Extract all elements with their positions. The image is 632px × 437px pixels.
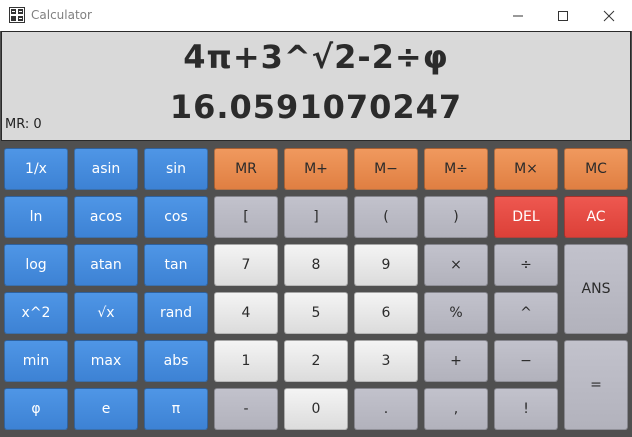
maximize-button[interactable] (540, 0, 586, 31)
minus-button[interactable]: − (494, 340, 558, 382)
calculator-display: 4π+3^√2-2÷φ 16.0591070247 MR: 0 (1, 31, 631, 141)
multiply-button[interactable]: × (424, 244, 488, 286)
digit-6-button[interactable]: 6 (354, 292, 418, 334)
asin-button[interactable]: asin (74, 148, 138, 190)
digit-8-button[interactable]: 8 (284, 244, 348, 286)
all-clear-button[interactable]: AC (564, 196, 628, 238)
tan-button[interactable]: tan (144, 244, 208, 286)
min-button[interactable]: min (4, 340, 68, 382)
equals-button[interactable]: = (564, 340, 628, 430)
memory-subtract-button[interactable]: M− (354, 148, 418, 190)
close-icon (603, 10, 615, 21)
comma-button[interactable]: , (424, 388, 488, 430)
left-bracket-button[interactable]: [ (214, 196, 278, 238)
random-button[interactable]: rand (144, 292, 208, 334)
expression-text: 4π+3^√2-2÷φ (183, 38, 449, 76)
title-bar: Calculator (0, 0, 632, 31)
cos-button[interactable]: cos (144, 196, 208, 238)
power-button[interactable]: ^ (494, 292, 558, 334)
sin-button[interactable]: sin (144, 148, 208, 190)
ln-button[interactable]: ln (4, 196, 68, 238)
percent-button[interactable]: % (424, 292, 488, 334)
memory-readout: MR: 0 (5, 117, 42, 132)
log-button[interactable]: log (4, 244, 68, 286)
calculator-app-icon (9, 7, 25, 23)
right-bracket-button[interactable]: ] (284, 196, 348, 238)
left-paren-button[interactable]: ( (354, 196, 418, 238)
result-text: 16.0591070247 (169, 88, 463, 126)
decimal-button[interactable]: . (354, 388, 418, 430)
atan-button[interactable]: atan (74, 244, 138, 286)
window-title: Calculator (31, 8, 92, 22)
square-button[interactable]: x^2 (4, 292, 68, 334)
memory-multiply-button[interactable]: M× (494, 148, 558, 190)
delete-button[interactable]: DEL (494, 196, 558, 238)
digit-1-button[interactable]: 1 (214, 340, 278, 382)
factorial-button[interactable]: ! (494, 388, 558, 430)
plus-button[interactable]: + (424, 340, 488, 382)
digit-2-button[interactable]: 2 (284, 340, 348, 382)
negate-button[interactable]: - (214, 388, 278, 430)
digit-4-button[interactable]: 4 (214, 292, 278, 334)
memory-clear-button[interactable]: MC (564, 148, 628, 190)
square-root-button[interactable]: √x (74, 292, 138, 334)
maximize-icon (558, 10, 568, 21)
max-button[interactable]: max (74, 340, 138, 382)
phi-button[interactable]: φ (4, 388, 68, 430)
abs-button[interactable]: abs (144, 340, 208, 382)
divide-button[interactable]: ÷ (494, 244, 558, 286)
digit-3-button[interactable]: 3 (354, 340, 418, 382)
reciprocal-button[interactable]: 1/x (4, 148, 68, 190)
right-paren-button[interactable]: ) (424, 196, 488, 238)
digit-0-button[interactable]: 0 (284, 388, 348, 430)
calculator-window: Calculator 4π+3^√2-2÷φ 16.0591070247 MR:… (0, 0, 632, 437)
memory-divide-button[interactable]: M÷ (424, 148, 488, 190)
answer-button[interactable]: ANS (564, 244, 628, 334)
minimize-icon (513, 15, 523, 16)
close-button[interactable] (586, 0, 632, 31)
minimize-button[interactable] (495, 0, 541, 31)
acos-button[interactable]: acos (74, 196, 138, 238)
pi-button[interactable]: π (144, 388, 208, 430)
memory-recall-button[interactable]: MR (214, 148, 278, 190)
digit-7-button[interactable]: 7 (214, 244, 278, 286)
digit-5-button[interactable]: 5 (284, 292, 348, 334)
digit-9-button[interactable]: 9 (354, 244, 418, 286)
memory-add-button[interactable]: M+ (284, 148, 348, 190)
euler-button[interactable]: e (74, 388, 138, 430)
